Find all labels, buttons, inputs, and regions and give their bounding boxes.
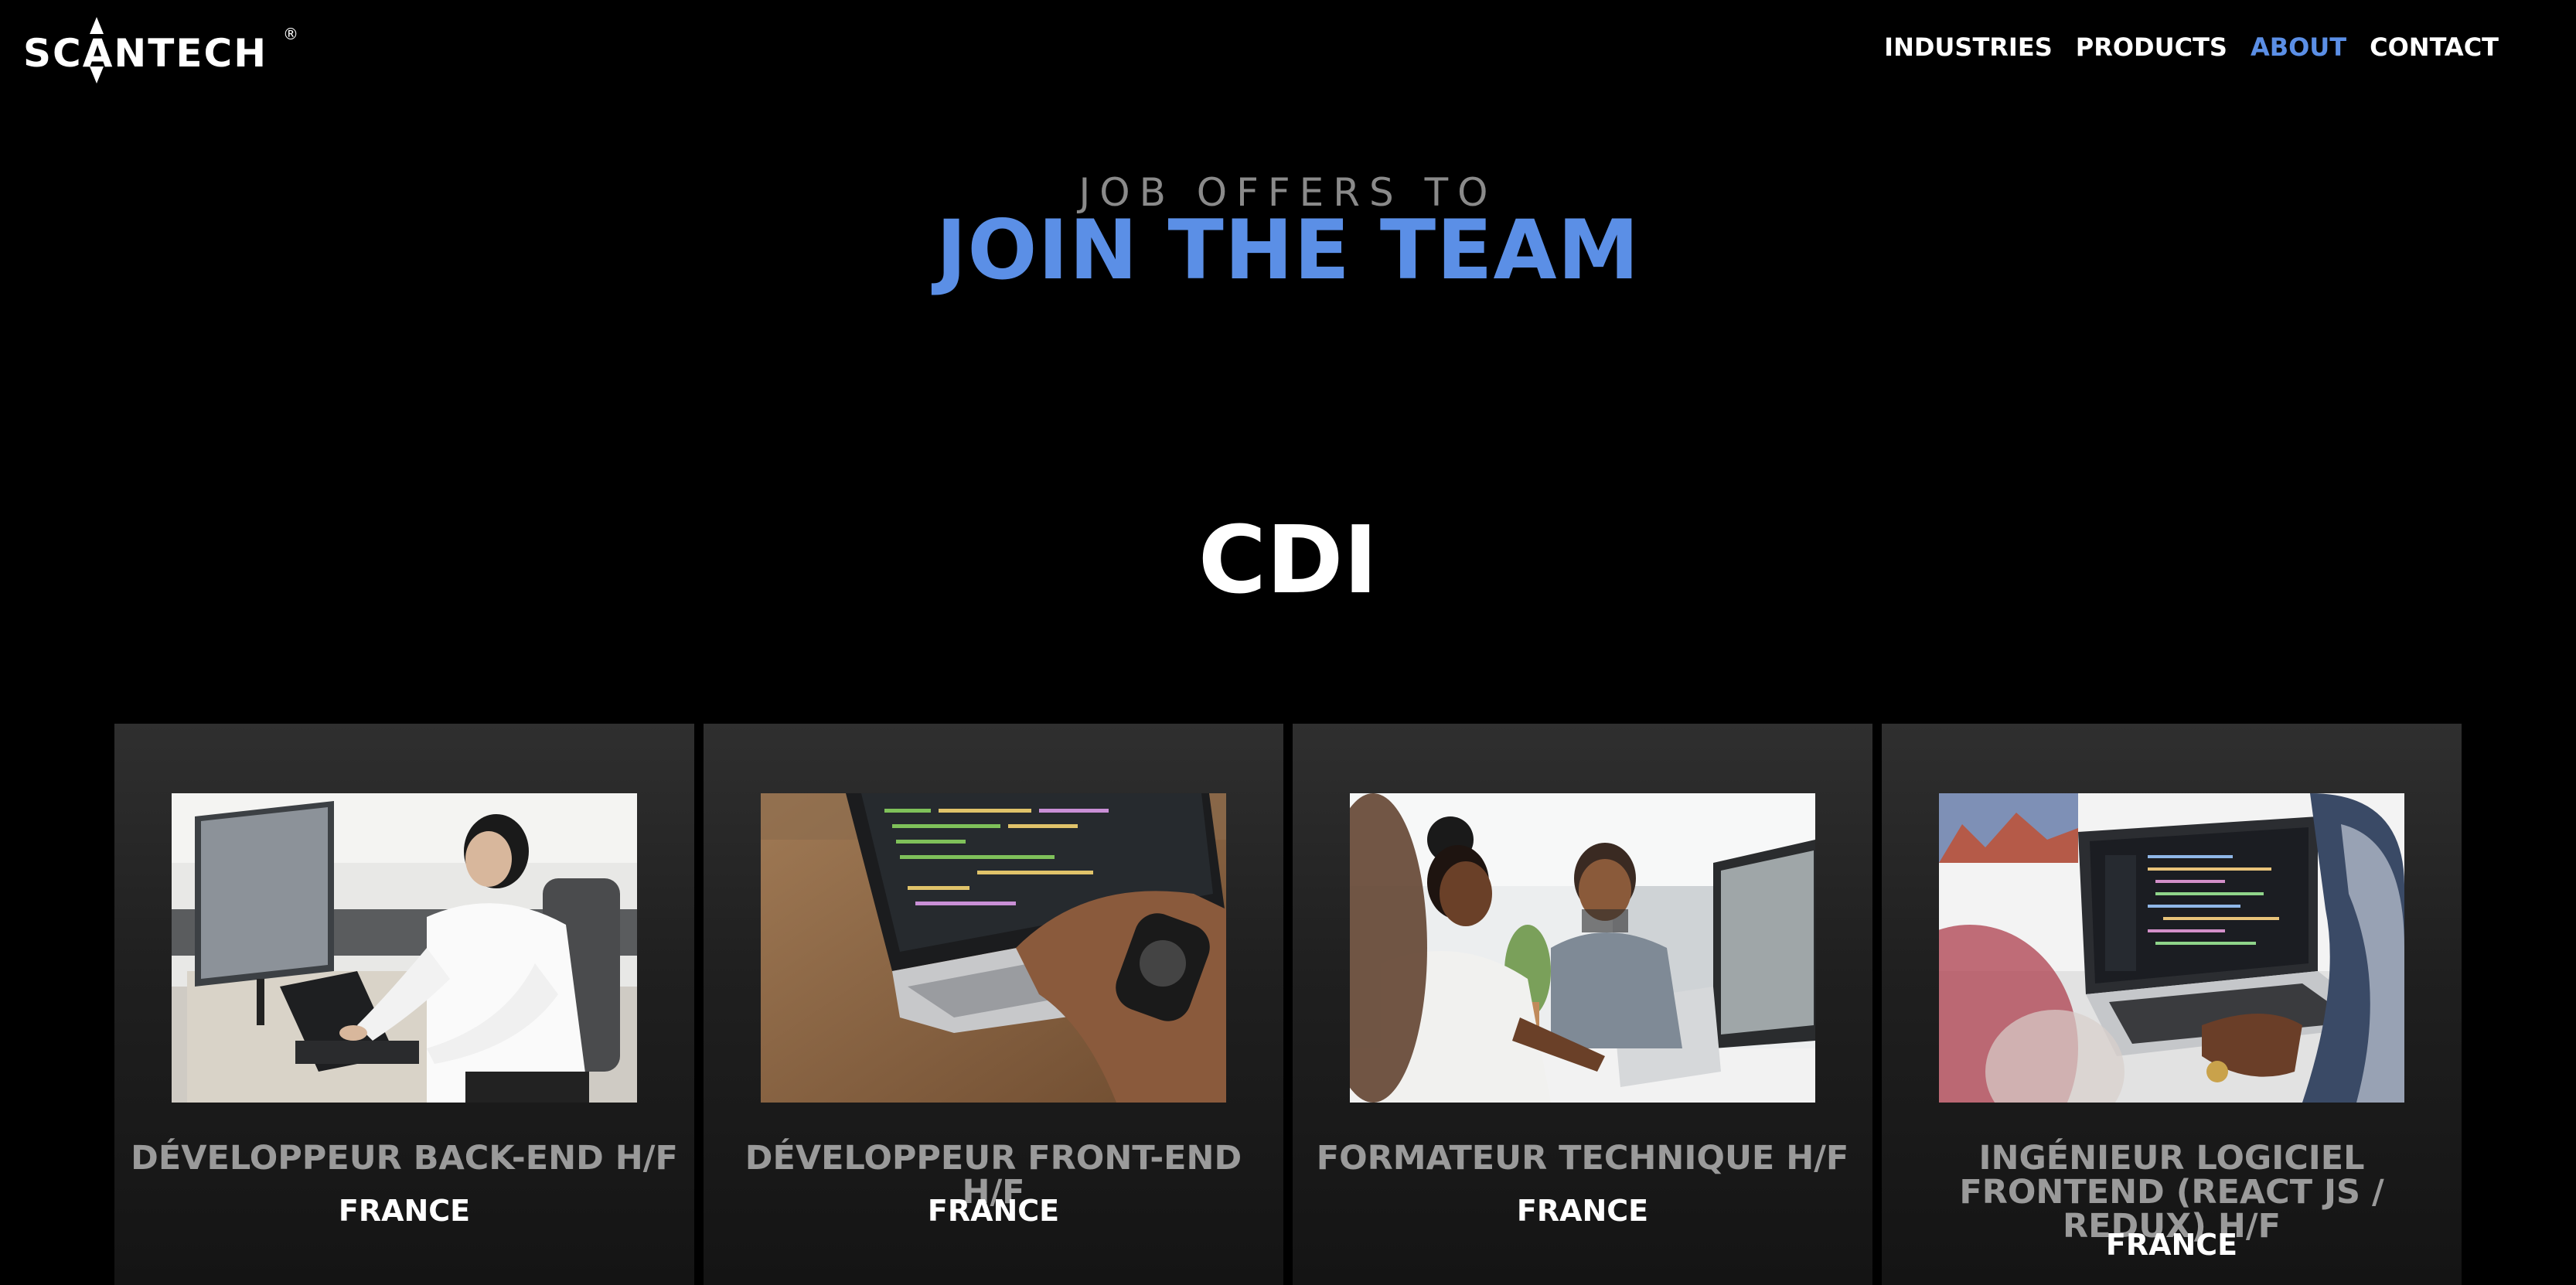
job-location: FRANCE <box>927 1194 1060 1228</box>
job-location: FRANCE <box>2105 1228 2238 1262</box>
logo-text: SCANTECH <box>23 31 268 76</box>
job-card[interactable]: DÉVELOPPEUR BACK-END H/F FRANCE <box>114 724 694 1285</box>
job-card[interactable]: INGÉNIEUR LOGICIEL FRONTEND (REACT JS / … <box>1882 724 2462 1285</box>
job-title[interactable]: DÉVELOPPEUR BACK-END H/F <box>130 1141 679 1175</box>
hands-on-laptop-code-photo <box>761 793 1226 1103</box>
job-title[interactable]: FORMATEUR TECHNIQUE H/F <box>1308 1141 1857 1175</box>
section-title: CDI <box>1198 507 1378 615</box>
job-cards: DÉVELOPPEUR BACK-END H/F FRANCE DÉVELOPP… <box>114 724 2462 1285</box>
job-card[interactable]: DÉVELOPPEUR FRONT-END H/F FRANCE <box>704 724 1283 1285</box>
page: SCANTECH ® INDUSTRIES PRODUCTS ABOUT CON… <box>0 0 2576 1285</box>
job-location: FRANCE <box>338 1194 471 1228</box>
laptop-with-code-photo <box>1939 793 2404 1103</box>
man-at-computer-photo <box>172 793 637 1103</box>
nav-contact[interactable]: CONTACT <box>2370 32 2499 62</box>
hero-title: JOIN THE TEAM <box>935 203 1641 298</box>
nav-products[interactable]: PRODUCTS <box>2076 32 2227 62</box>
nav-industries[interactable]: INDUSTRIES <box>1884 32 2053 62</box>
colleagues-at-desk-photo <box>1350 793 1815 1103</box>
logo[interactable]: SCANTECH ® <box>23 17 309 84</box>
main-nav: INDUSTRIES PRODUCTS ABOUT CONTACT <box>1884 32 2499 62</box>
job-location: FRANCE <box>1516 1194 1649 1228</box>
registered-mark: ® <box>283 25 298 43</box>
nav-about[interactable]: ABOUT <box>2251 32 2346 62</box>
job-card[interactable]: FORMATEUR TECHNIQUE H/F FRANCE <box>1293 724 1872 1285</box>
